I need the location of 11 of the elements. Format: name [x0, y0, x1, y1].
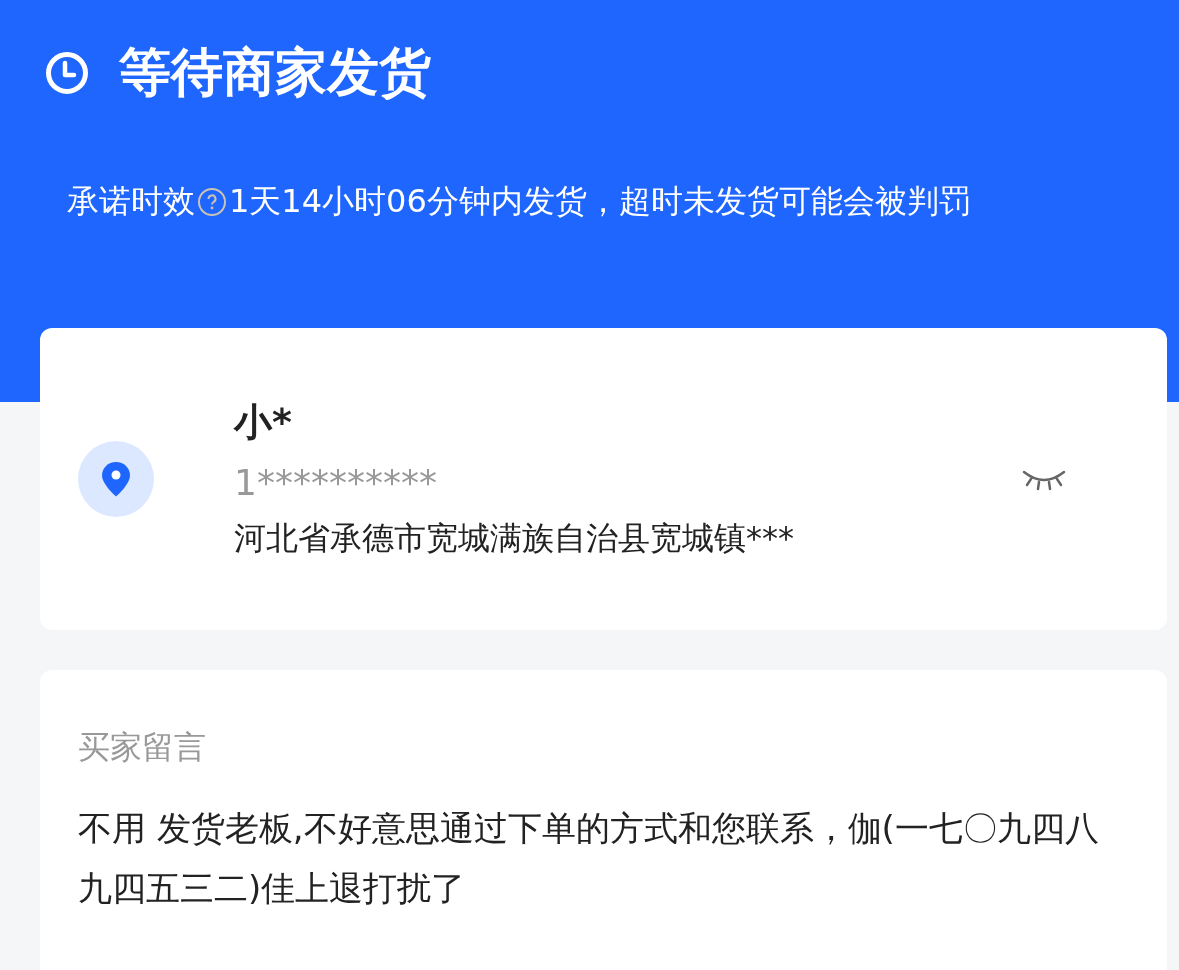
status-title: 等待商家发货	[119, 41, 431, 104]
note-message: 不用 发货老板,不好意思通过下单的方式和您联系，伽(一七〇九四八九四五三二)佳上退打扰了	[78, 807, 1100, 910]
promise-label: 承诺时效	[67, 181, 195, 222]
location-pin-icon	[78, 441, 154, 517]
promise-text: 1天14小时06分钟内发货，超时未发货可能会被判罚	[229, 181, 971, 222]
phone-number: 1**********	[234, 462, 438, 503]
clock-icon	[45, 51, 89, 95]
help-icon[interactable]	[197, 187, 227, 217]
recipient-name: 小*	[234, 399, 293, 446]
note-label: 买家留言	[78, 727, 207, 768]
address-text: 河北省承德市宽城满族自治县宽城镇***	[234, 518, 795, 559]
